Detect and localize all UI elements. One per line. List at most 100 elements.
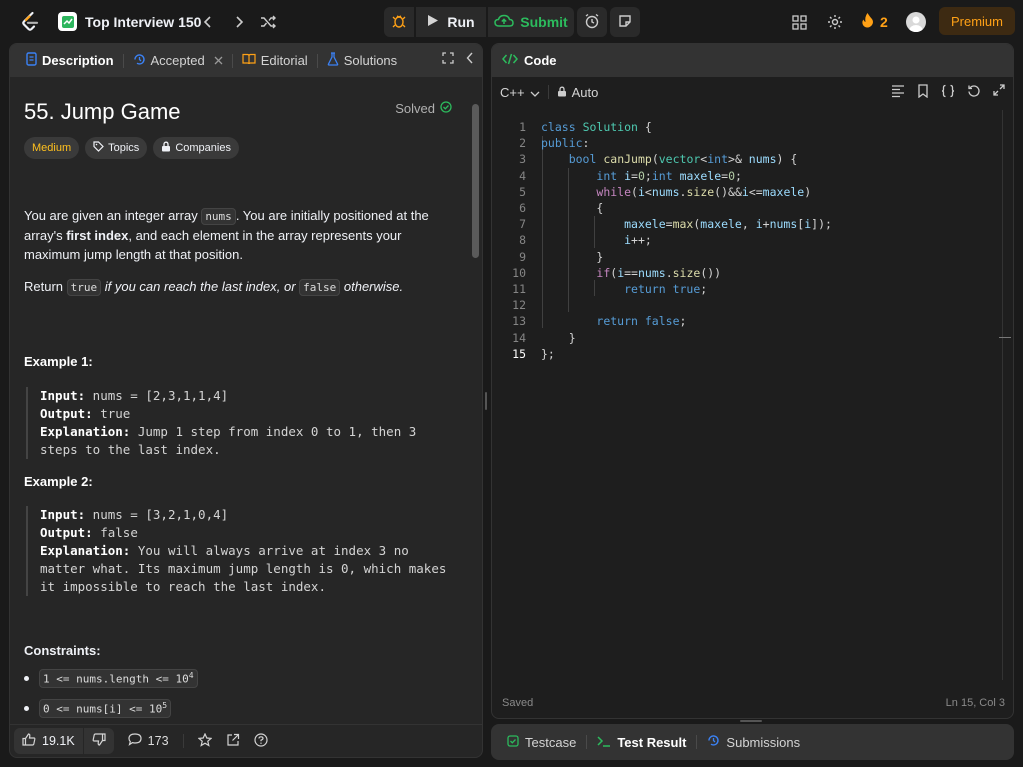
help-button[interactable] [253, 732, 268, 750]
submit-button[interactable]: Submit [488, 7, 574, 37]
close-tab-icon[interactable] [214, 53, 223, 68]
share-button[interactable] [226, 733, 240, 750]
problem-content: 55. Jump Game Solved Medium Topics Compa… [24, 77, 464, 727]
tab-divider [586, 735, 588, 749]
code-text: { [541, 201, 604, 215]
bookmark-icon[interactable] [917, 84, 929, 101]
editor-scrollbar[interactable] [1002, 110, 1003, 680]
code-line[interactable]: 1 class Solution { [492, 120, 1002, 136]
tab-test-result[interactable]: Test Result [591, 735, 692, 750]
fire-icon [861, 12, 874, 31]
tab-solutions[interactable]: Solutions [321, 44, 403, 77]
code-line[interactable]: 15}; [492, 347, 1002, 363]
note-icon [618, 14, 632, 31]
premium-button[interactable]: Premium [939, 7, 1015, 35]
tab-submissions-label: Submissions [726, 734, 801, 750]
code-line[interactable]: 5 while(i<nums.size()&&i<=maxele) [492, 185, 1002, 201]
code-line[interactable]: 12 [492, 298, 1002, 314]
notes-button[interactable] [610, 7, 640, 37]
line-number: 5 [519, 184, 526, 199]
lock-icon [557, 85, 567, 100]
chevron-down-icon [530, 85, 540, 100]
code-line[interactable]: 9 } [492, 250, 1002, 266]
prev-problem-icon[interactable] [198, 12, 218, 32]
tab-description[interactable]: Description [20, 44, 120, 77]
code-text: int i=0;int maxele=0; [596, 168, 742, 183]
debug-icon [392, 13, 406, 32]
code-line[interactable]: 3 bool canJump(vector<int>& nums) { [492, 152, 1002, 168]
code-line[interactable]: 8 i++; [492, 233, 1002, 249]
topics-tag[interactable]: Topics [85, 137, 148, 159]
inline-code: nums [201, 208, 236, 225]
streak-counter[interactable]: 2 [861, 12, 888, 31]
settings-gear-icon[interactable] [825, 12, 845, 32]
user-avatar[interactable] [906, 12, 926, 32]
problem-list-button[interactable]: Top Interview 150 [58, 12, 201, 31]
solved-label: Solved [395, 101, 435, 116]
code-line[interactable]: 10 if(i==nums.size()) [492, 266, 1002, 282]
code-line[interactable]: 13 return false; [492, 314, 1002, 330]
desc-italic: otherwise. [340, 279, 404, 294]
book-icon [242, 53, 256, 68]
tab-divider [231, 53, 233, 68]
maximize-icon[interactable] [442, 52, 454, 67]
code-line[interactable]: 11 return true; [492, 282, 1002, 298]
debug-button[interactable] [384, 7, 414, 37]
save-status: Saved [502, 697, 534, 709]
tab-editorial[interactable]: Editorial [236, 44, 314, 77]
constraint-code: 1 <= nums.length <= 104 [39, 669, 198, 688]
scroll-down-icon[interactable] [472, 757, 479, 758]
terminal-icon [597, 735, 611, 750]
question-circle-icon [253, 732, 268, 750]
code-brackets-icon [502, 53, 518, 68]
code-panel-header: Code [492, 44, 1013, 77]
shuffle-icon[interactable] [258, 12, 278, 32]
leetcode-logo-icon[interactable] [20, 11, 40, 33]
desc-bold: first index [66, 228, 129, 243]
example-1-heading: Example 1: [24, 354, 93, 369]
tab-accepted[interactable]: Accepted [127, 44, 229, 77]
timer-button[interactable] [577, 7, 607, 37]
companies-tag[interactable]: Companies [153, 137, 239, 159]
description-scrollbar[interactable] [471, 92, 480, 758]
reset-icon[interactable] [967, 84, 981, 101]
downvote-button[interactable] [82, 728, 114, 754]
auto-mode-toggle[interactable]: Auto [557, 84, 599, 100]
language-select[interactable]: C++ [500, 85, 540, 100]
scrollbar-thumb[interactable] [472, 104, 479, 258]
code-line[interactable]: 6 { [492, 201, 1002, 217]
format-lines-icon[interactable] [891, 84, 905, 101]
code-panel-title: Code [524, 53, 557, 68]
collapse-left-icon[interactable] [466, 52, 474, 67]
code-line[interactable]: 14 } [492, 331, 1002, 347]
tab-editorial-label: Editorial [260, 53, 308, 68]
next-problem-icon[interactable] [229, 12, 249, 32]
favorite-button[interactable] [197, 732, 212, 750]
code-editor[interactable]: 1 class Solution {2 public: 3 bool canJump(… [492, 110, 1002, 690]
code-line[interactable]: 2 public: [492, 136, 1002, 152]
code-line[interactable]: 4 int i=0;int maxele=0; [492, 169, 1002, 185]
cursor-marker [999, 337, 1011, 338]
tab-submissions[interactable]: Submissions [701, 734, 806, 750]
run-button[interactable]: Run [416, 7, 486, 37]
document-icon [26, 52, 37, 69]
comments-button[interactable]: 173 [128, 733, 169, 749]
tab-testcase[interactable]: Testcase [501, 735, 582, 750]
curly-braces-icon[interactable] [941, 84, 955, 101]
horizontal-resize-handle[interactable] [740, 720, 762, 722]
alarm-clock-icon [584, 13, 600, 32]
code-text: } [541, 249, 604, 264]
expand-icon[interactable] [993, 84, 1005, 101]
upvote-button[interactable]: 19.1K [14, 733, 83, 749]
code-text: while(i<nums.size()&&i<=maxele) [596, 184, 812, 199]
line-number: 7 [519, 217, 526, 232]
problem-title: 55. Jump Game [24, 99, 181, 124]
like-count: 19.1K [42, 734, 75, 748]
tab-divider [696, 735, 698, 749]
layout-grid-icon[interactable] [789, 12, 809, 32]
code-line[interactable]: 7 maxele=max(maxele, i+nums[i]); [492, 217, 1002, 233]
vertical-resize-handle[interactable] [485, 392, 487, 410]
auto-label: Auto [571, 84, 599, 100]
tab-testcase-label: Testcase [525, 734, 577, 750]
editor-toolbar: C++ Auto [492, 77, 1013, 107]
